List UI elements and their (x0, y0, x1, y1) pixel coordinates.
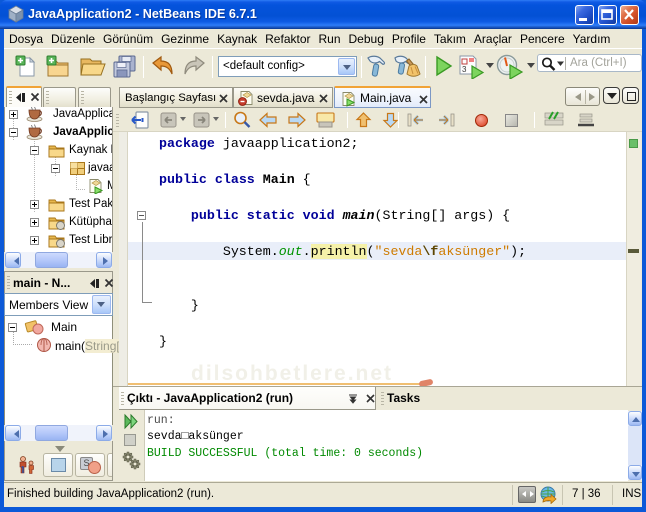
svg-text:3: 3 (462, 65, 467, 74)
